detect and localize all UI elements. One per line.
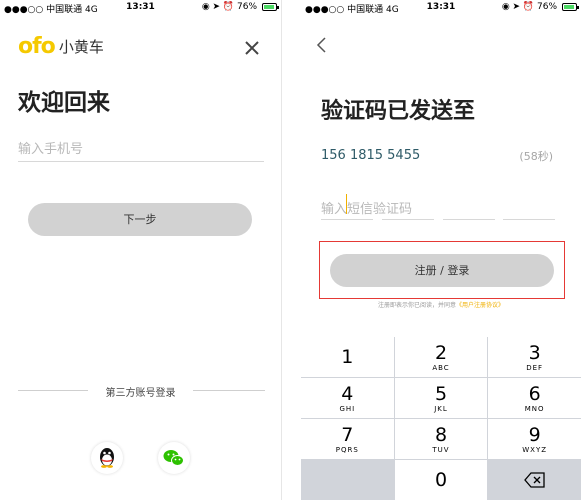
key-digit: 6 — [528, 382, 541, 405]
code-underline — [321, 219, 373, 220]
battery-icon — [262, 3, 279, 11]
next-button[interactable]: 下一步 — [28, 203, 252, 236]
status-bar: ●●●○○ 中国联通 4G 13:31 ◉ ➤ ⏰ 76% — [301, 0, 581, 16]
status-indicators: ◉ ➤ ⏰ 76% — [201, 2, 257, 12]
key-digit: 3 — [528, 341, 541, 364]
key-digit: 5 — [434, 382, 448, 405]
backspace-icon — [523, 472, 545, 488]
key-digit: 7 — [341, 423, 354, 446]
page-title: 验证码已发送至 — [321, 99, 476, 124]
key-delete[interactable] — [488, 460, 581, 500]
key-letters: PQRS — [335, 445, 359, 454]
code-underline — [443, 219, 495, 220]
code-underline — [382, 219, 434, 220]
code-input[interactable]: 输入短信验证码 — [321, 198, 412, 217]
key-digit: 8 — [434, 423, 448, 446]
logo-brand: ofo — [18, 34, 56, 59]
key-letters: JKL — [434, 404, 448, 413]
phone-number-input[interactable] — [18, 137, 264, 162]
key-9[interactable]: 9 WXYZ — [488, 419, 581, 459]
resend-countdown: (58秒) — [519, 150, 553, 163]
key-digit: 1 — [341, 346, 354, 368]
third-party-label: 第三方账号登录 — [105, 388, 176, 399]
qq-icon — [100, 448, 114, 468]
key-digit: 9 — [528, 423, 541, 446]
register-login-button[interactable]: 注册 / 登录 — [330, 254, 554, 287]
key-digit: 4 — [341, 382, 354, 405]
terms-link[interactable]: 《用户注册协议》 — [456, 302, 504, 309]
terms-notice: 注册即表示你已阅读，并同意《用户注册协议》 — [301, 300, 581, 309]
key-digit: 0 — [434, 469, 448, 491]
key-7[interactable]: 7 PQRS — [301, 419, 394, 459]
key-blank — [301, 460, 394, 500]
back-chevron-icon[interactable] — [315, 36, 329, 54]
key-letters: ABC — [432, 363, 450, 372]
code-underline — [503, 219, 555, 220]
status-bar: ●●●○○ 中国联通 4G 13:31 ◉ ➤ ⏰ 76% — [0, 0, 281, 16]
status-indicators: ◉ ➤ ⏰ 76% — [501, 2, 557, 12]
qq-login-button[interactable] — [91, 442, 123, 474]
wechat-icon — [163, 450, 184, 466]
key-digit: 2 — [434, 341, 448, 364]
page-title: 欢迎回来 — [18, 90, 110, 116]
battery-icon — [562, 3, 579, 11]
key-letters: WXYZ — [522, 445, 548, 454]
key-letters: DEF — [526, 363, 544, 372]
key-1[interactable]: 1 — [301, 337, 394, 377]
screen-gap — [282, 0, 300, 500]
key-6[interactable]: 6 MNO — [488, 378, 581, 418]
key-5[interactable]: 5 JKL — [394, 378, 488, 418]
divider-right — [193, 390, 265, 391]
key-letters: MNO — [524, 404, 545, 413]
key-8[interactable]: 8 TUV — [394, 419, 488, 459]
key-3[interactable]: 3 DEF — [488, 337, 581, 377]
text-cursor — [346, 194, 347, 214]
ofo-logo: ofo 小黄车 — [18, 34, 104, 59]
key-letters: TUV — [432, 445, 450, 454]
key-0[interactable]: 0 — [394, 460, 488, 500]
verify-screen: ●●●○○ 中国联通 4G 13:31 ◉ ➤ ⏰ 76% 验证码已发送至 15… — [301, 0, 581, 500]
key-letters: GHI — [339, 404, 356, 413]
wechat-login-button[interactable] — [158, 442, 190, 474]
terms-text: 注册即表示你已阅读，并同意 — [377, 302, 456, 309]
key-2[interactable]: 2 ABC — [394, 337, 488, 377]
phone-number: 156 1815 5455 — [321, 148, 421, 163]
close-icon[interactable] — [242, 38, 262, 58]
logo-name: 小黄车 — [58, 38, 104, 56]
key-4[interactable]: 4 GHI — [301, 378, 394, 418]
login-screen: ●●●○○ 中国联通 4G 13:31 ◉ ➤ ⏰ 76% ofo 小黄车 欢迎… — [0, 0, 282, 500]
numeric-keypad: 1 2 ABC 3 DEF 4 GHI 5 JKL 6 MNO 7 PQRS 8 TUV 9W… — [301, 337, 581, 500]
